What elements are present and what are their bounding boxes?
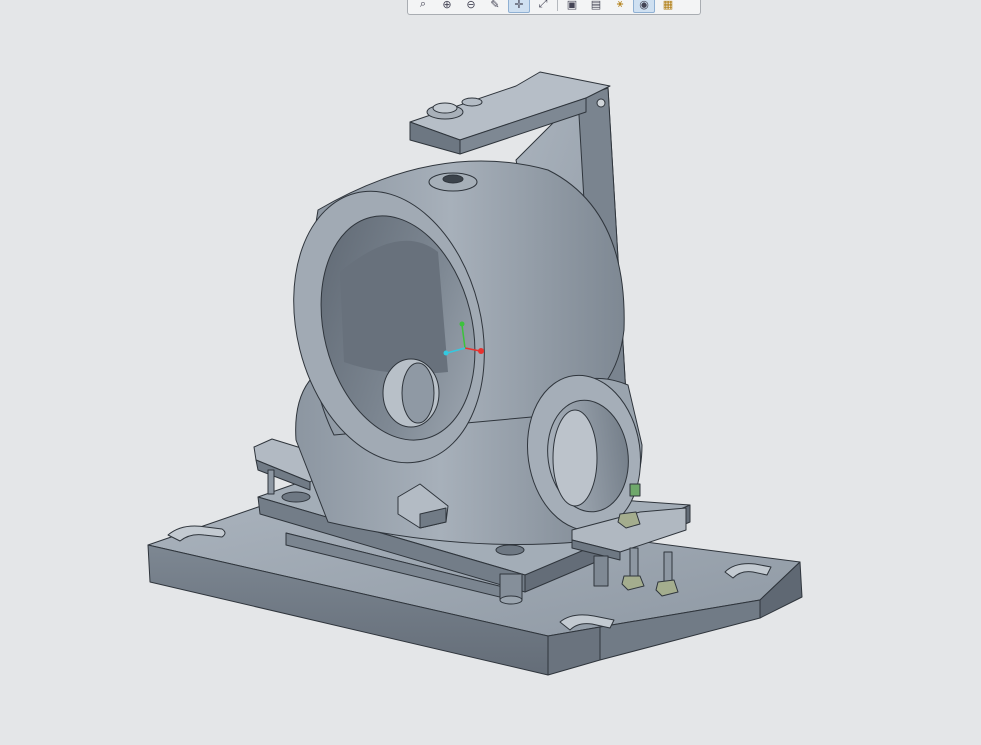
fixture-model-3d[interactable] [0, 0, 981, 745]
graphics-window[interactable]: ⌕ ⊕ ⊖ ✎ ✛ ⤢ ▣ ▤ ⚹ ◉ ▦ [0, 0, 981, 745]
